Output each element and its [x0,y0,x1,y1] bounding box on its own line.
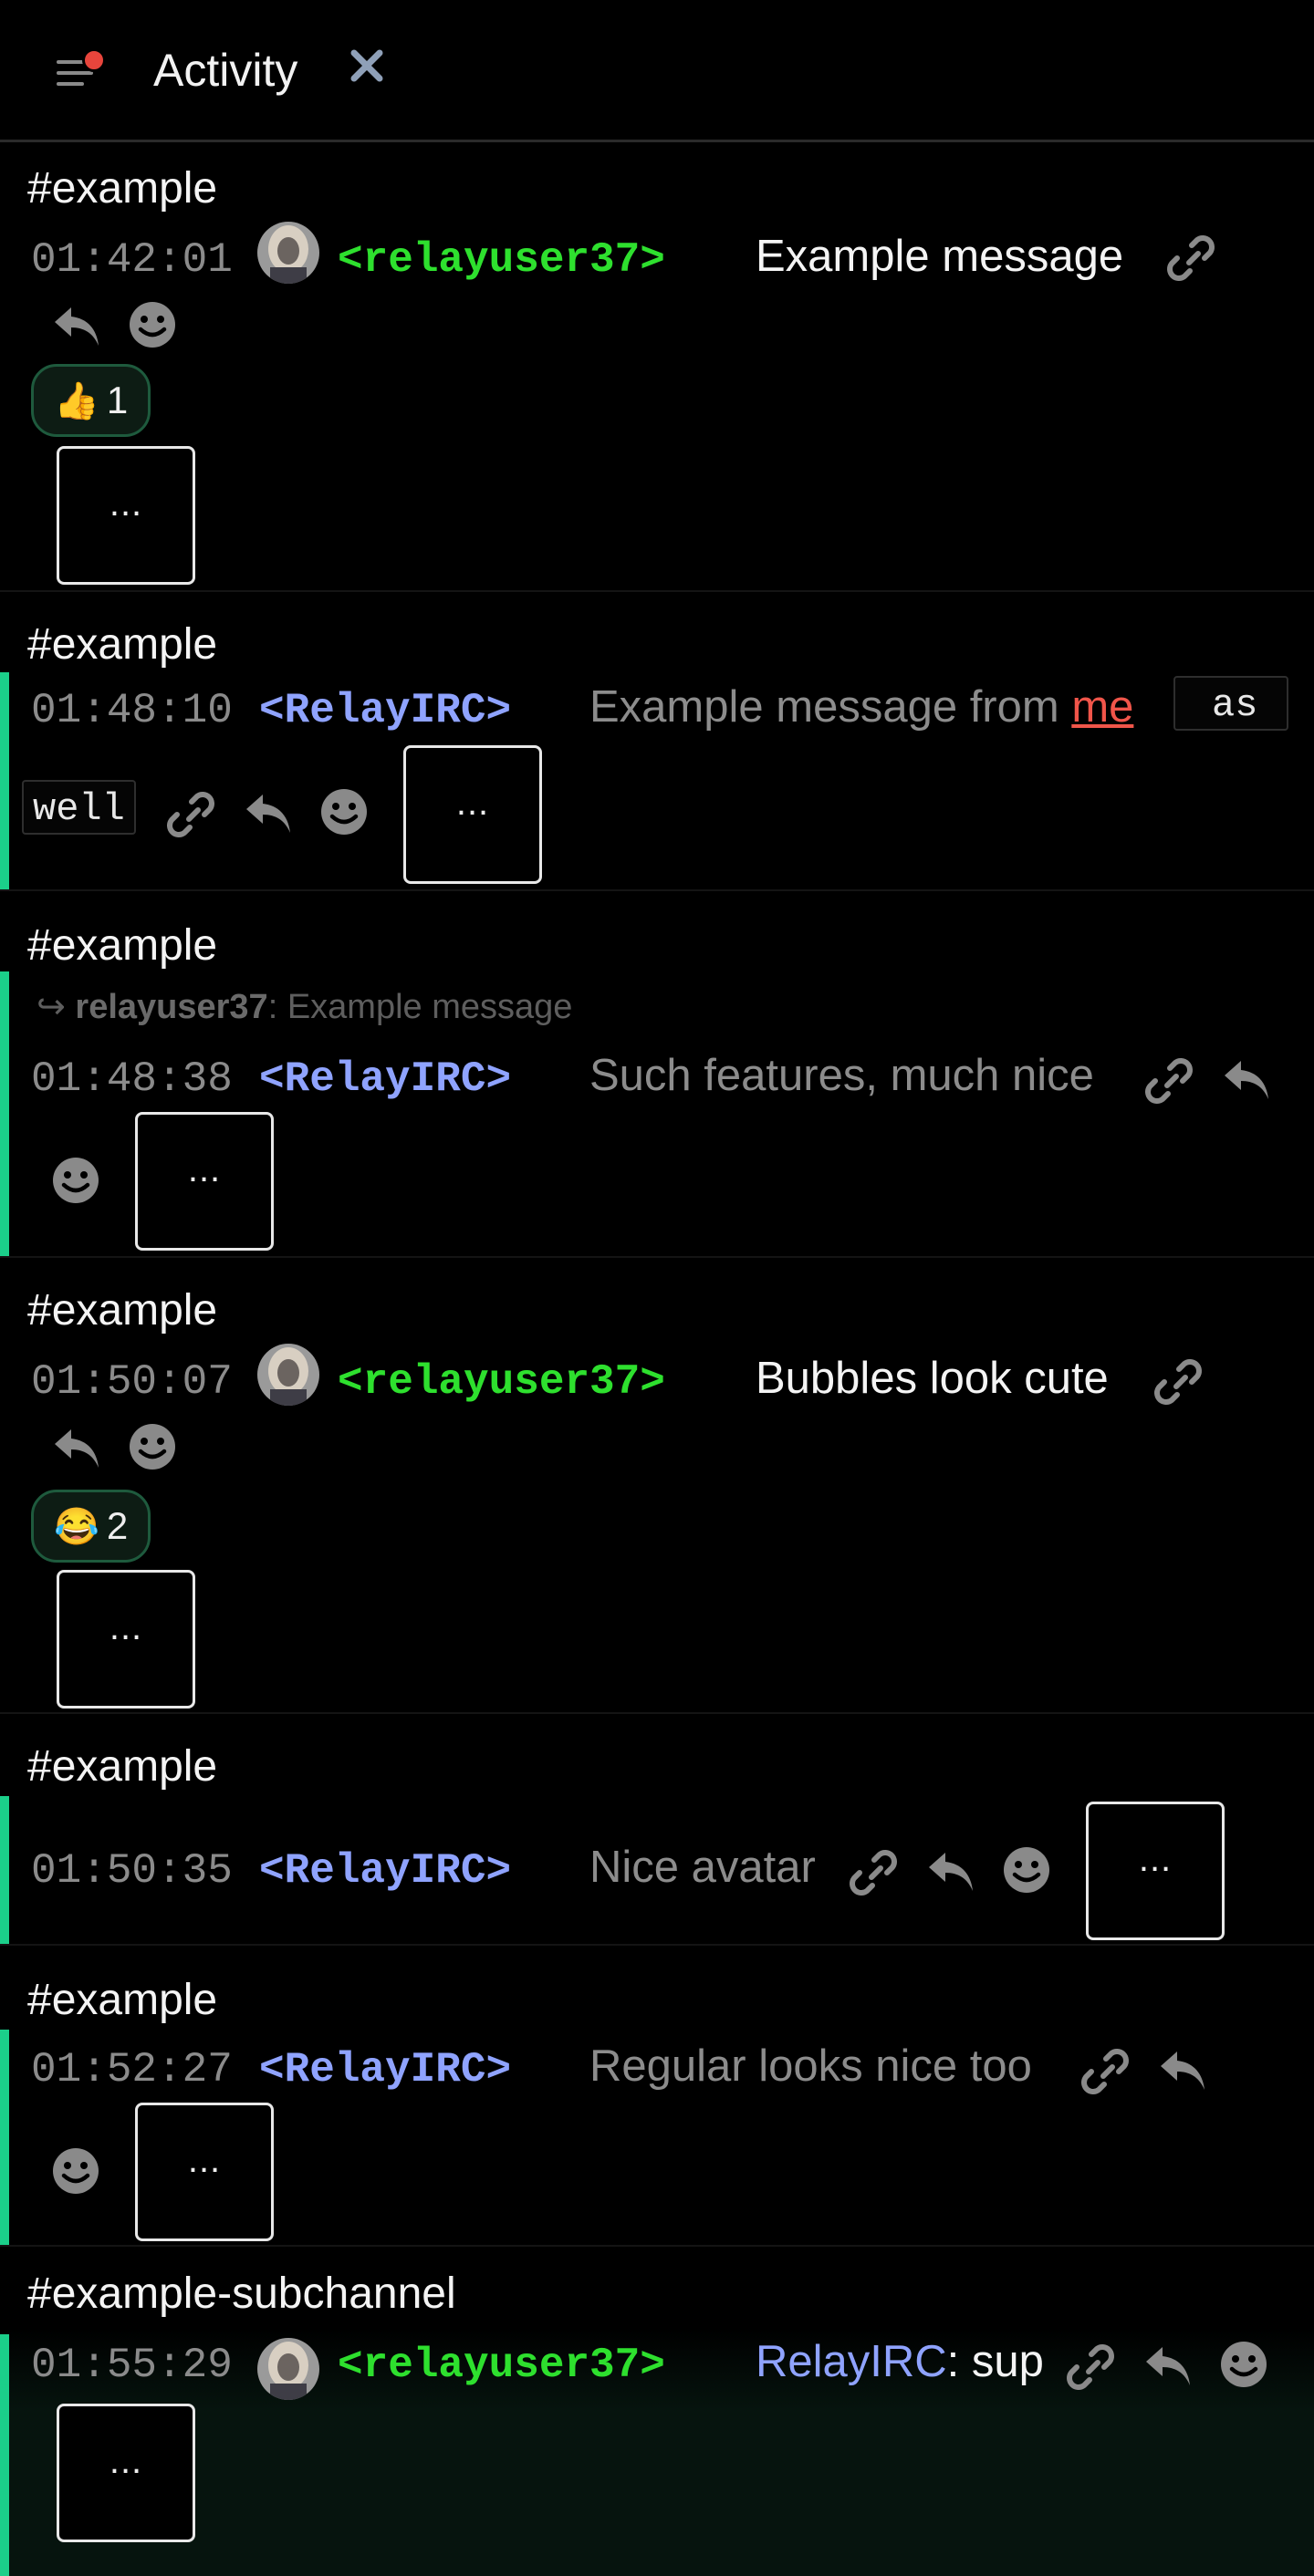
link-icon[interactable] [1152,1353,1204,1406]
emoji-icon[interactable] [126,298,179,351]
timestamp: 01:55:29 [31,2342,233,2389]
nickname[interactable]: <RelayIRC> [259,2046,511,2093]
message-text: Regular looks nice too [589,2041,1032,2091]
timestamp: 01:50:07 [31,1358,233,1406]
close-icon[interactable] [347,46,387,86]
mention[interactable]: me [1071,682,1133,732]
menu-button[interactable] [53,48,106,93]
more-label: ... [1138,1839,1173,1879]
channel-name[interactable]: #example [27,920,217,971]
emoji-icon[interactable] [318,785,370,838]
channel-name[interactable]: #example [27,1741,217,1792]
link-icon[interactable] [1164,229,1217,282]
more-options-button[interactable]: ... [57,2404,195,2542]
quoted-nick: relayuser37 [75,988,268,1026]
nickname[interactable]: <relayuser37> [338,1358,665,1406]
reaction-count: 2 [106,1504,129,1547]
message-text-part: : sup [946,2337,1044,2386]
timestamp: 01:50:35 [31,1847,233,1895]
more-options-button[interactable]: ... [135,1112,274,1251]
reply-icon[interactable] [241,785,294,838]
more-label: ... [187,1149,222,1189]
more-options-button[interactable]: ... [57,1570,195,1709]
activity-header: Activity [0,0,1314,142]
reaction-emoji: 👍 [54,381,99,421]
more-options-button[interactable]: ... [1086,1802,1225,1940]
emoji-icon[interactable] [1217,2338,1270,2391]
link-icon[interactable] [847,1844,900,1896]
more-label: ... [187,2140,222,2180]
timestamp: 01:52:27 [31,2046,233,2093]
link-icon[interactable] [1079,2042,1132,2095]
avatar[interactable] [257,2338,319,2400]
more-options-button[interactable]: ... [57,446,195,585]
more-label: ... [109,483,143,524]
channel-name[interactable]: #example [27,619,217,670]
nickname[interactable]: <RelayIRC> [259,1055,511,1103]
more-label: ... [109,1607,143,1647]
reply-icon[interactable] [1219,1052,1272,1105]
channel-name[interactable]: #example-subchannel [27,2269,456,2319]
reaction-count: 1 [106,379,129,421]
activity-item: #example 01:52:27 <RelayIRC> Regular loo… [0,1946,1314,2247]
page-title: Activity [153,45,298,96]
menu-icon-bar [57,71,93,75]
inline-code: well [22,780,136,835]
message-text: Example message from me [589,681,1133,732]
message-text-part: Example message from [589,682,1072,732]
activity-item: #example 01:48:10 <RelayIRC> Example mes… [0,592,1314,891]
nickname[interactable]: <relayuser37> [338,236,665,284]
message-text: Nice avatar [589,1843,816,1892]
inline-code: as [1173,676,1288,731]
activity-item: #example 01:50:07 <relayuser37> Bubbles … [0,1258,1314,1714]
emoji-icon[interactable] [1000,1844,1053,1896]
message-text: Bubbles look cute [756,1354,1109,1403]
unread-indicator [82,48,106,72]
reply-icon[interactable] [49,1420,102,1473]
nickname[interactable]: <relayuser37> [338,2342,665,2389]
timestamp: 01:48:10 [31,687,233,734]
activity-item: #example-subchannel 01:55:29 <relayuser3… [0,2247,1314,2576]
emoji-icon[interactable] [49,2145,102,2197]
message-text: Such features, much nice [589,1051,1094,1100]
menu-icon-bar [57,82,84,86]
channel-name[interactable]: #example [27,1285,217,1335]
reply-icon[interactable] [49,298,102,351]
channel-name[interactable]: #example [27,1975,217,2025]
emoji-icon[interactable] [49,1154,102,1207]
avatar[interactable] [257,222,319,284]
message-text: Example message [756,232,1124,281]
reply-quote[interactable]: ↪ relayuser37: Example message [36,986,572,1027]
reaction-badge[interactable]: 😂 2 [31,1490,151,1563]
more-options-button[interactable]: ... [135,2103,274,2241]
nickname[interactable]: <RelayIRC> [259,687,511,734]
emoji-icon[interactable] [126,1420,179,1473]
reply-icon[interactable] [1155,2042,1208,2095]
message-text: RelayIRC: sup [756,2336,1044,2387]
reply-arrow-icon: ↪ [36,988,66,1026]
more-label: ... [109,2441,143,2481]
timestamp: 01:42:01 [31,236,233,284]
reaction-emoji: 😂 [54,1507,99,1547]
activity-item: #example 01:42:01 <relayuser37> Example … [0,145,1314,592]
reply-icon[interactable] [923,1844,976,1896]
highlight-marker [0,2334,9,2576]
avatar[interactable] [257,1344,319,1406]
nickname[interactable]: <RelayIRC> [259,1847,511,1895]
activity-item: #example 01:50:35 <RelayIRC> Nice avatar… [0,1714,1314,1946]
channel-name[interactable]: #example [27,163,217,213]
link-icon[interactable] [1064,2338,1117,2391]
quoted-text: : Example message [267,988,573,1026]
link-icon[interactable] [1142,1052,1195,1105]
mention[interactable]: RelayIRC [756,2337,947,2386]
timestamp: 01:48:38 [31,1055,233,1103]
reply-icon[interactable] [1141,2338,1194,2391]
link-icon[interactable] [164,785,217,838]
reaction-badge[interactable]: 👍 1 [31,364,151,437]
activity-item: #example ↪ relayuser37: Example message … [0,891,1314,1258]
more-label: ... [455,783,490,823]
more-options-button[interactable]: ... [403,745,542,884]
